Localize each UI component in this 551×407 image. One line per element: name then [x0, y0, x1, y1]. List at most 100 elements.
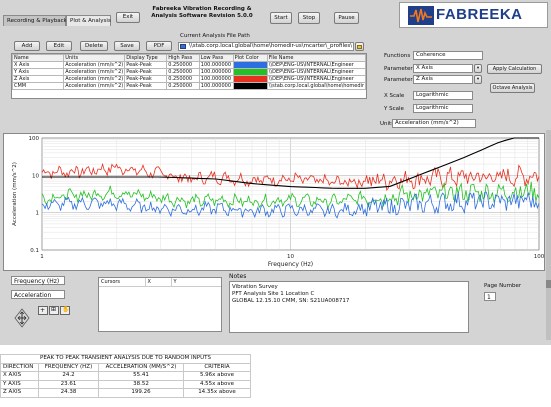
cursor-col-header: X — [145, 278, 172, 287]
summary-cell: 38.52 — [98, 379, 184, 389]
parameter1-dropdown[interactable]: ▾ — [474, 64, 482, 73]
summary-cell: 5.96x above — [183, 371, 251, 381]
parameter2-dropdown[interactable]: ▾ — [474, 75, 482, 84]
pan-tool-button[interactable]: ✋ — [60, 306, 70, 315]
table-row[interactable]: Y Axis Acceleration (mm/s^2) Peak-Peak 0… — [11, 68, 367, 76]
summary-col-header: FREQUENCY (HZ) — [38, 362, 99, 372]
chevron-down-icon: ▾ — [476, 66, 480, 71]
summary-col-header: ACCELERATION (MM/S^2) — [98, 362, 184, 372]
channel-file: \\stab.corp.local.global\home\homedir — [266, 82, 367, 90]
xscale-label: X Scale — [384, 93, 405, 99]
app-title: Fabreeka Vibration Recording & Analysis … — [140, 6, 264, 19]
edit-button[interactable]: Edit — [46, 41, 72, 51]
app-title-line1: Fabreeka Vibration Recording & — [152, 6, 252, 12]
browse-folder-button[interactable] — [355, 42, 364, 51]
start-button[interactable]: Start — [270, 12, 292, 24]
column-header: High Pass — [166, 54, 200, 62]
folder-icon — [180, 44, 186, 49]
cursor-panel: Cursors X Y — [98, 277, 222, 332]
table-row[interactable]: CMM Acceleration (mm/s^2) Peak-Peak 0.25… — [11, 82, 367, 90]
functions-value: Coherence — [416, 52, 446, 58]
folder-open-icon — [357, 45, 362, 49]
channel-name: Y Axis — [11, 68, 65, 76]
pause-button[interactable]: Pause — [334, 12, 359, 24]
exit-button[interactable]: Exit — [116, 12, 140, 23]
apply-calculation-button[interactable]: Apply Calculation — [487, 64, 542, 74]
channel-display: Peak-Peak — [124, 82, 168, 90]
summary-row: Z AXIS 24.38 199.26 14.35x above — [0, 388, 251, 398]
stop-button[interactable]: Stop — [298, 12, 320, 24]
fabreeka-logo: FABREEKA — [399, 2, 548, 28]
summary-cell: 199.26 — [98, 388, 184, 398]
channel-lowpass: 100.000000 — [198, 75, 234, 83]
logo-wave-icon — [408, 6, 434, 25]
cursor-tool-button[interactable]: + — [38, 306, 48, 315]
y-tick-label: 0.1 — [30, 248, 39, 254]
summary-table: PEAK TO PEAK TRANSIENT ANALYSIS DUE TO R… — [0, 354, 251, 398]
add-button[interactable]: Add — [14, 41, 40, 51]
summary-col-header: DIRECTION — [0, 362, 39, 372]
spectrum-chart[interactable]: 0.1 1 10 100 1 10 100 Frequency (Hz) Acceleratio… — [3, 133, 545, 271]
y-field-value: Acceleration — [14, 292, 52, 299]
column-header: Low Pass — [198, 54, 234, 62]
table-row[interactable]: Z Axis Acceleration (mm/s^2) Peak-Peak 0… — [11, 75, 367, 83]
channel-display: Peak-Peak — [124, 61, 168, 69]
tab-recording-playback[interactable]: Recording & Playback — [3, 15, 67, 26]
x-tick-label: 1 — [40, 254, 44, 260]
yscale-select[interactable]: Logarithmic — [413, 104, 473, 113]
channel-color-swatch — [232, 61, 268, 69]
column-header: Display Type — [124, 54, 168, 62]
column-header: Name — [11, 54, 65, 62]
parameter2-select[interactable]: Z Axis — [413, 75, 473, 84]
channel-name: X Axis — [11, 61, 65, 69]
pan-move-icon — [14, 308, 30, 328]
xscale-select[interactable]: Logarithmic — [413, 91, 473, 100]
units-select[interactable]: Acceleration (mm/s^2) — [392, 119, 476, 128]
channel-units: Acceleration (mm/s^2) — [63, 68, 126, 76]
y-field-select[interactable]: Acceleration — [11, 290, 65, 299]
summary-cell: 23.61 — [38, 379, 99, 389]
page-number-input[interactable]: 1 — [484, 292, 496, 301]
crosshair-icon: + — [40, 307, 46, 314]
notes-textarea[interactable]: Vibration Survey PFT Analysis Site 1 Loc… — [229, 281, 469, 333]
parameter1-select[interactable]: X Axis — [413, 64, 473, 73]
channel-name: Z Axis — [11, 75, 65, 83]
scrollbar-thumb[interactable] — [546, 280, 551, 288]
summary-cell: 4.55x above — [183, 379, 251, 389]
y-tick-label: 10 — [32, 173, 39, 179]
x-tick-label: 10 — [287, 254, 294, 260]
save-button[interactable]: Save — [114, 41, 140, 51]
functions-select[interactable]: Coherence — [413, 51, 483, 60]
zoom-tool-button[interactable]: ⊞ — [49, 306, 59, 315]
x-field-select[interactable]: Frequency (Hz) — [11, 276, 65, 285]
tab-plot-analysis[interactable]: Plot & Analysis — [66, 15, 111, 26]
channel-highpass: 0.250000 — [166, 75, 200, 83]
summary-row: Y AXIS 23.61 38.52 4.55x above — [0, 379, 251, 389]
x-field-value: Frequency (Hz) — [14, 278, 60, 285]
channel-file: \\DEP\ENG-US\INTERNAL\Engineer — [266, 75, 367, 83]
channel-lowpass: 100.000000 — [198, 61, 234, 69]
y-tick-label: 1 — [36, 211, 40, 217]
functions-label: Functions — [384, 53, 411, 59]
channel-color-swatch — [232, 82, 268, 90]
notes-line: Vibration Survey — [232, 284, 278, 290]
logo-text: FABREEKA — [436, 6, 523, 23]
pdf-button[interactable]: PDF — [146, 41, 172, 51]
delete-button[interactable]: Delete — [80, 41, 108, 51]
navigate-tool[interactable] — [11, 307, 33, 329]
parameter1-value: X Axis — [416, 65, 433, 71]
summary-row: X AXIS 24.2 55.41 5.96x above — [0, 371, 251, 381]
spectrum-chart-svg: 0.11101001 10 100Frequency (Hz)Acceleratio… — [12, 136, 545, 268]
channel-file: \\DEP\ENG-US\INTERNAL\Engineer — [266, 68, 367, 76]
table-row[interactable]: X Axis Acceleration (mm/s^2) Peak-Peak 0… — [11, 61, 367, 69]
channel-highpass: 0.250000 — [166, 68, 200, 76]
window-scrollbar[interactable] — [546, 130, 551, 340]
x-tick-label: 100 — [534, 254, 545, 260]
channel-display: Peak-Peak — [124, 68, 168, 76]
summary-col-header: CRITERIA — [183, 362, 251, 372]
file-path-field[interactable]: \\stab.corp.local.global\home\homedir-us… — [178, 42, 354, 51]
yscale-label: Y Scale — [384, 106, 404, 112]
yscale-value: Logarithmic — [416, 105, 449, 111]
octave-analysis-button[interactable]: Octave Analysis — [490, 83, 535, 93]
channel-highpass: 0.250000 — [166, 61, 200, 69]
